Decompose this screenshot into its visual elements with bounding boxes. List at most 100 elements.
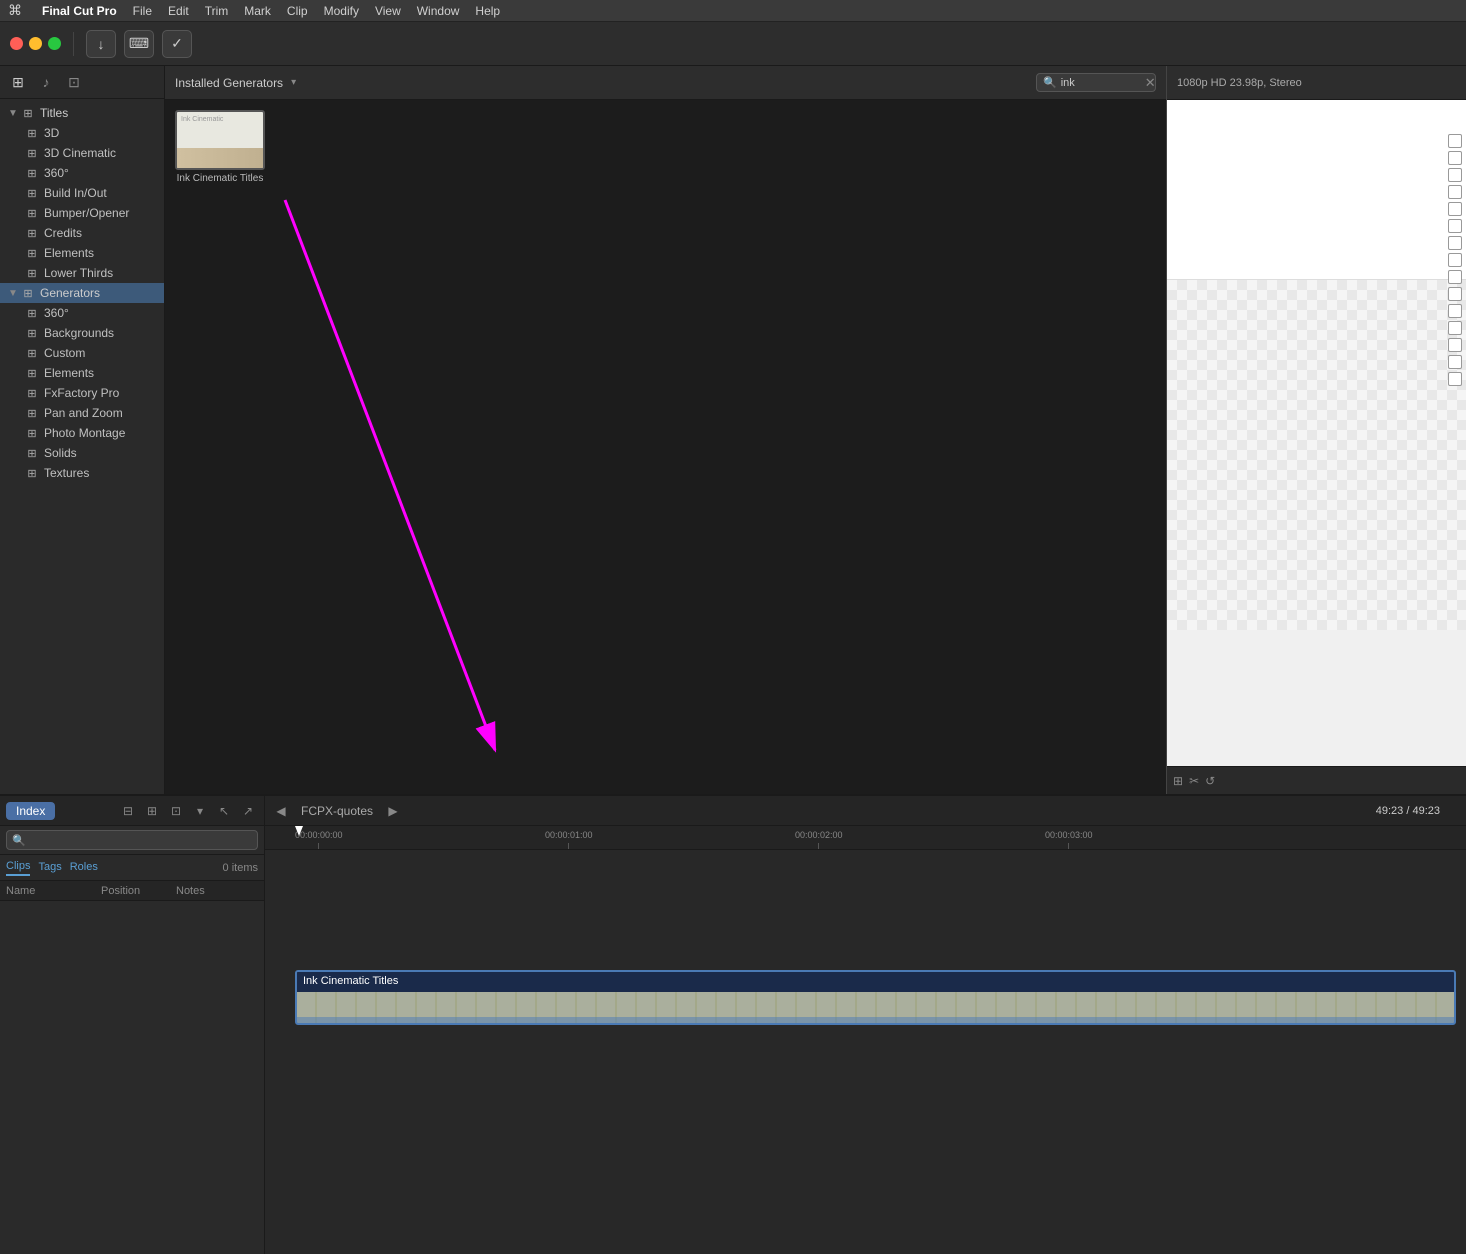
right-panel: 1080p HD 23.98p, Stereo [1166,66,1466,794]
menu-help[interactable]: Help [475,4,500,18]
index-tab[interactable]: Index [6,802,55,820]
index-search-input[interactable] [29,834,252,846]
clear-search-button[interactable]: ✕ [1145,76,1156,89]
gen-custom-icon: ⊞ [24,345,40,361]
close-button[interactable] [10,37,23,50]
filter-tab-tags[interactable]: Tags [38,861,61,875]
preview-checkbox-11[interactable] [1448,304,1462,318]
sidebar-gen-custom[interactable]: ⊞ Custom [0,343,164,363]
menu-file[interactable]: File [133,4,152,18]
preview-checkbox-4[interactable] [1448,185,1462,199]
timeline-content[interactable]: Ink Cinematic Titles [265,850,1466,1254]
timeline-nav-next[interactable]: ▶ [383,801,403,821]
sidebar-item-build-in-out[interactable]: ⊞ Build In/Out [0,183,164,203]
zoom-button[interactable] [48,37,61,50]
index-tool-grid-icon[interactable]: ⊞ [142,801,162,821]
gen-pan-zoom-icon: ⊞ [24,405,40,421]
preview-checkbox-15[interactable] [1448,372,1462,386]
thumb-preview: Ink Cinematic [175,110,265,170]
sidebar-generators-header[interactable]: ▼ ⊞ Generators [0,283,164,303]
thumb-label: Ink Cinematic Titles [177,173,264,185]
sidebar-item-3d-cinematic[interactable]: ⊞ 3D Cinematic [0,143,164,163]
panel-tab-music-icon[interactable]: ♪ [36,72,56,92]
menu-clip[interactable]: Clip [287,4,308,18]
preview-checkbox-9[interactable] [1448,270,1462,284]
sidebar-titles-header[interactable]: ▼ ⊞ Titles [0,103,164,123]
preview-checkbox-5[interactable] [1448,202,1462,216]
ruler-mark-1: 00:00:01:00 [545,830,593,849]
preview-tool-3[interactable]: ↺ [1205,774,1215,788]
sidebar-gen-elements[interactable]: ⊞ Elements [0,363,164,383]
sidebar-lower-thirds-label: Lower Thirds [44,266,156,280]
preview-checkbox-7[interactable] [1448,236,1462,250]
index-search-container: 🔍 [0,826,264,855]
index-tool-select-icon[interactable]: ↖ [214,801,234,821]
browser-dropdown-icon[interactable]: ▾ [291,77,296,88]
col-header-position: Position [101,885,176,897]
sidebar-item-elements[interactable]: ⊞ Elements [0,243,164,263]
preview-tool-2[interactable]: ✂ [1189,774,1199,788]
sidebar-gen-360-label: 360° [44,306,156,320]
index-tool-down-icon[interactable]: ▾ [190,801,210,821]
panel-tab-photos-icon[interactable]: ⊡ [64,72,84,92]
sidebar-gen-pan-zoom[interactable]: ⊞ Pan and Zoom [0,403,164,423]
sidebar-gen-fxfactory[interactable]: ⊞ FxFactory Pro [0,383,164,403]
sidebar-item-360[interactable]: ⊞ 360° [0,163,164,183]
timeline-timecode-total: 49:23 [1412,805,1440,817]
minimize-button[interactable] [29,37,42,50]
sidebar-item-3d[interactable]: ⊞ 3D [0,123,164,143]
menu-modify[interactable]: Modify [324,4,359,18]
index-tool-arrow-down-icon[interactable]: ↗ [238,801,258,821]
sidebar-build-label: Build In/Out [44,186,156,200]
preview-checkbox-13[interactable] [1448,338,1462,352]
gen-fxfactory-icon: ⊞ [24,385,40,401]
sidebar-3d-label: 3D [44,126,156,140]
browser-toolbar: Installed Generators ▾ 🔍 ✕ [165,66,1166,100]
menu-view[interactable]: View [375,4,401,18]
timeline-nav-prev[interactable]: ◀ [271,801,291,821]
sidebar-gen-solids[interactable]: ⊞ Solids [0,443,164,463]
toolbar-key-btn[interactable]: ⌨ [124,30,154,58]
filter-tab-clips[interactable]: Clips [6,860,30,876]
index-filter-tabs: Clips Tags Roles 0 items [0,855,264,881]
preview-checkbox-6[interactable] [1448,219,1462,233]
preview-side-controls [1448,134,1462,386]
preview-checkbox-1[interactable] [1448,134,1462,148]
preview-checkbox-12[interactable] [1448,321,1462,335]
sidebar-gen-photo-montage-label: Photo Montage [44,426,156,440]
sidebar-credits-label: Credits [44,226,156,240]
sidebar-gen-backgrounds[interactable]: ⊞ Backgrounds [0,323,164,343]
sidebar-item-lower-thirds[interactable]: ⊞ Lower Thirds [0,263,164,283]
generators-icon: ⊞ [20,285,36,301]
preview-bottom-toolbar: ⊞ ✂ ↺ [1167,766,1466,794]
preview-checkbox-8[interactable] [1448,253,1462,267]
filter-tab-roles[interactable]: Roles [70,861,98,875]
preview-checkbox-14[interactable] [1448,355,1462,369]
sidebar-item-bumper[interactable]: ⊞ Bumper/Opener [0,203,164,223]
menu-trim[interactable]: Trim [205,4,229,18]
sidebar-gen-textures[interactable]: ⊞ Textures [0,463,164,483]
menu-edit[interactable]: Edit [168,4,189,18]
left-panel: ⊞ ♪ ⊡ ▼ ⊞ Titles ⊞ 3D ⊞ 3D Cinematic ⊞ 3… [0,66,165,794]
titles-icon: ⊞ [20,105,36,121]
sidebar-gen-photo-montage[interactable]: ⊞ Photo Montage [0,423,164,443]
sidebar-gen-360[interactable]: ⊞ 360° [0,303,164,323]
sidebar-item-credits[interactable]: ⊞ Credits [0,223,164,243]
preview-tool-1[interactable]: ⊞ [1173,774,1183,788]
menu-bar: ⌘ Final Cut Pro File Edit Trim Mark Clip… [0,0,1466,22]
search-input[interactable] [1061,77,1141,89]
thumbnail-ink-cinematic[interactable]: Ink Cinematic Ink Cinematic Titles [175,110,265,185]
menu-mark[interactable]: Mark [244,4,271,18]
panel-tab-clips-icon[interactable]: ⊞ [8,72,28,92]
toolbar-check-btn[interactable]: ✓ [162,30,192,58]
search-bar: 🔍 ✕ [1036,73,1156,92]
toolbar-download-btn[interactable]: ↓ [86,30,116,58]
preview-checkbox-2[interactable] [1448,151,1462,165]
timeline-clip[interactable]: Ink Cinematic Titles [295,970,1456,1025]
index-tool-more-icon[interactable]: ⊡ [166,801,186,821]
preview-checkbox-10[interactable] [1448,287,1462,301]
main-content: ⊞ ♪ ⊡ ▼ ⊞ Titles ⊞ 3D ⊞ 3D Cinematic ⊞ 3… [0,66,1466,794]
index-tool-list-icon[interactable]: ⊟ [118,801,138,821]
menu-window[interactable]: Window [417,4,460,18]
preview-checkbox-3[interactable] [1448,168,1462,182]
